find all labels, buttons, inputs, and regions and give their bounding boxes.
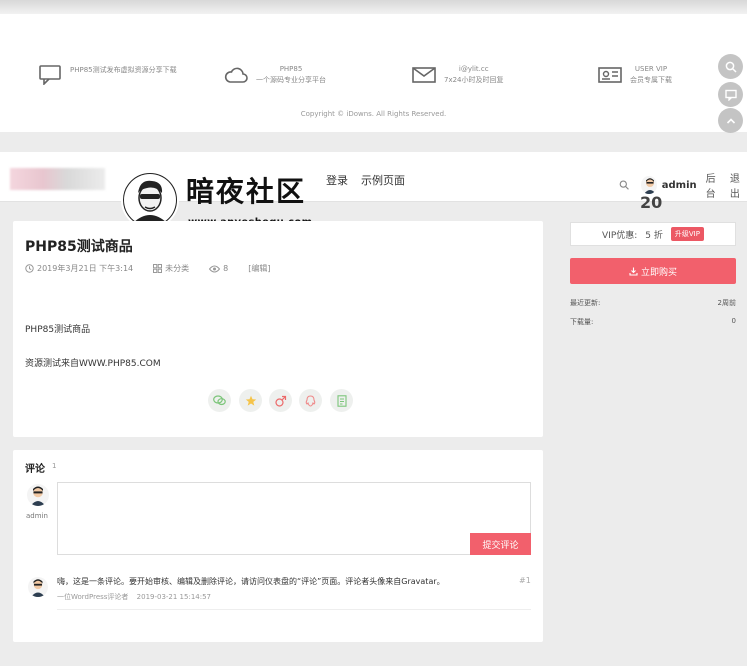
mail-icon	[410, 64, 438, 86]
qzone-icon	[245, 395, 256, 406]
float-feedback-button[interactable]	[718, 82, 743, 107]
post-body-line-2: 资源测试来自WWW.PHP85.COM	[25, 359, 161, 369]
feedback-icon	[724, 89, 737, 101]
comment-divider	[57, 609, 531, 610]
post-views: 8	[209, 264, 238, 273]
last-update-row: 最近更新: 2周前	[570, 298, 736, 308]
buy-now-label: 立即购买	[640, 267, 677, 278]
search-icon[interactable]	[619, 179, 629, 191]
post-category[interactable]: 未分类	[153, 263, 199, 274]
comment-number: #1	[519, 576, 531, 585]
site-logo[interactable]	[10, 168, 105, 190]
share-weibo-button[interactable]	[269, 389, 292, 412]
search-icon	[725, 61, 737, 73]
post-category-text: 未分类	[165, 264, 190, 273]
last-update-label: 最近更新:	[570, 299, 601, 307]
footer-feature-4-desc: 会员专属下载	[630, 76, 672, 84]
post-edit-link[interactable]: [编辑]	[248, 263, 270, 274]
nav-link-login[interactable]: 登录	[326, 172, 348, 188]
buy-now-button[interactable]: 立即购买	[570, 258, 736, 284]
submit-comment-button[interactable]: 提交评论	[470, 533, 531, 555]
footer-feature-4-title: USER VIP	[634, 65, 668, 73]
footer-feature-3-title: i@ylit.cc	[458, 65, 489, 73]
post-views-text: 8	[223, 264, 229, 273]
nav-username[interactable]: admin	[662, 180, 697, 191]
footer-feature-4: USER VIP 会员专属下载	[596, 60, 672, 90]
post-title: PHP85测试商品	[25, 239, 133, 255]
upgrade-vip-button[interactable]: 升级VIP	[670, 227, 704, 241]
avatar	[28, 577, 48, 597]
float-search-button[interactable]	[718, 54, 743, 79]
share-qq-button[interactable]	[299, 389, 322, 412]
top-shade	[0, 0, 747, 14]
comment-textarea[interactable]	[57, 482, 531, 555]
vip-card-icon	[596, 64, 624, 86]
post-date: 2019年3月21日 下午3:14	[25, 263, 143, 274]
footer-feature-3-desc: 7x24小时及时回复	[444, 76, 504, 84]
footer-feature-1-text: PHP85测试发布虚拟资源分享下载	[70, 65, 177, 74]
last-update-value: 2周前	[717, 299, 736, 307]
comments-heading: 评论	[25, 464, 45, 475]
weibo-icon	[274, 395, 286, 407]
qq-icon	[305, 394, 316, 407]
nav-user-area: admin 后台 退出	[619, 170, 747, 200]
share-poster-button[interactable]	[330, 389, 353, 412]
poster-icon	[336, 394, 347, 407]
post-meta: 2019年3月21日 下午3:14 未分类 8 [编辑]	[25, 263, 270, 274]
float-back-to-top-button[interactable]	[718, 108, 743, 133]
share-qzone-button[interactable]	[239, 389, 262, 412]
downloads-label: 下载量:	[570, 318, 594, 326]
share-wechat-button[interactable]	[208, 389, 231, 412]
copyright: Copyright © iDowns. All Rights Reserved.	[300, 110, 447, 118]
category-icon	[153, 264, 163, 273]
comment-time: 2019-03-21 15:14:57	[136, 593, 212, 601]
avatar	[27, 484, 49, 506]
nav-logout-link[interactable]: 退出	[730, 170, 747, 200]
comment-form-username: admin	[26, 512, 48, 520]
vip-discount-box: VIP优惠: 5 折 升级VIP	[570, 222, 736, 246]
eye-icon	[209, 265, 221, 272]
site-footer: PHP85测试发布虚拟资源分享下载 PHP85 一个源码专业分享平台 i@yli…	[0, 14, 747, 132]
clock-icon	[25, 264, 34, 273]
vip-label: VIP优惠:	[602, 230, 638, 241]
watermark-title: 暗夜社区	[186, 175, 307, 208]
post-body-line-1: PHP85测试商品	[25, 325, 91, 335]
nav-backend-link[interactable]: 后台	[706, 170, 723, 200]
price-value: 20	[640, 193, 663, 212]
footer-feature-3: i@ylit.cc 7x24小时及时回复	[410, 60, 504, 90]
chat-icon	[36, 64, 64, 86]
post-date-text: 2019年3月21日 下午3:14	[37, 264, 134, 273]
wechat-icon	[213, 395, 226, 406]
cloud-icon	[222, 64, 250, 86]
downloads-row: 下载量: 0	[570, 317, 736, 327]
comment-meta: 一位WordPress评论者 2019-03-21 15:14:57	[57, 592, 211, 602]
avatar[interactable]	[641, 176, 657, 194]
footer-feature-2-desc: 一个源码专业分享平台	[256, 76, 326, 84]
comment-text: 嗨，这是一条评论。要开始审核、编辑及删除评论，请访问仪表盘的“评论”页面。评论者…	[57, 577, 445, 586]
footer-feature-2: PHP85 一个源码专业分享平台	[222, 60, 326, 90]
footer-feature-2-title: PHP85	[279, 65, 303, 73]
download-icon	[629, 267, 638, 276]
nav-link-example-page[interactable]: 示例页面	[361, 172, 405, 188]
downloads-value: 0	[731, 317, 736, 325]
top-nav: 登录 示例页面 admin 后台 退出	[0, 152, 747, 202]
footer-feature-1: PHP85测试发布虚拟资源分享下载	[36, 60, 177, 90]
comment-author[interactable]: 一位WordPress评论者	[57, 593, 128, 601]
comments-count: 1	[52, 462, 57, 470]
vip-discount: 5 折	[645, 230, 663, 241]
back-to-top-icon	[726, 117, 735, 124]
